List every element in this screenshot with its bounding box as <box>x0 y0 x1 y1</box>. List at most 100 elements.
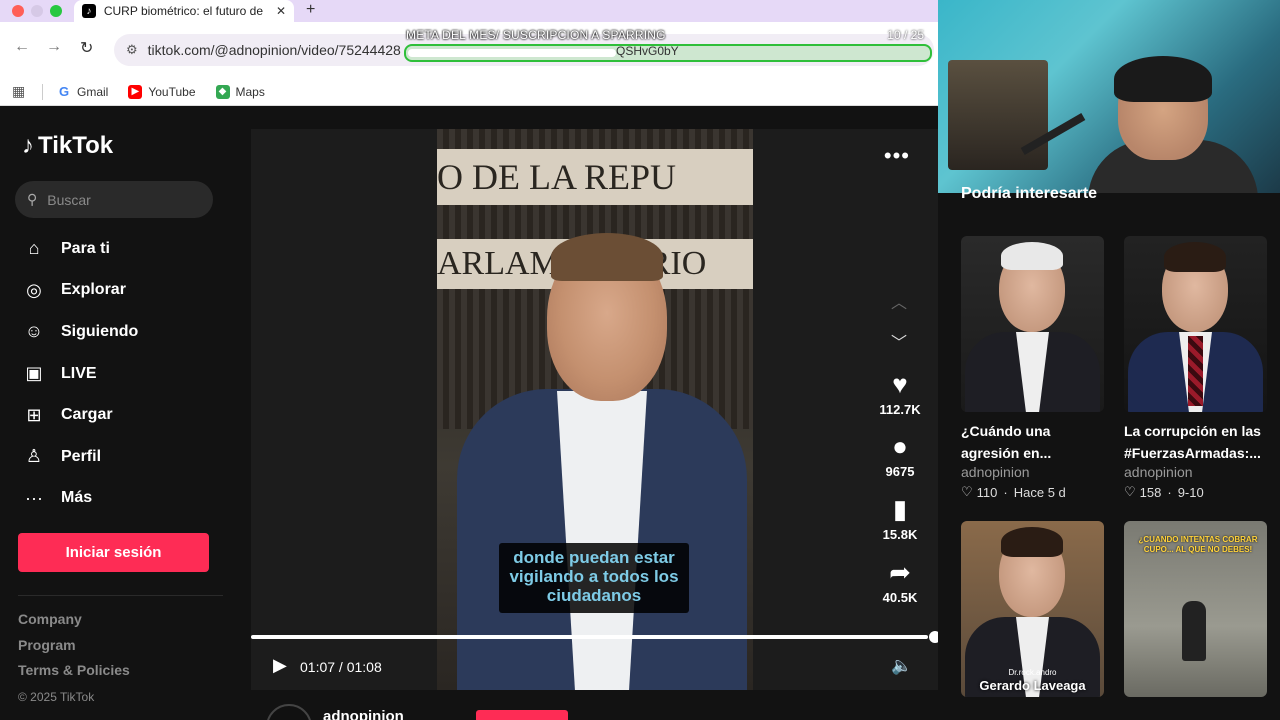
tab-close-icon[interactable]: ✕ <box>276 4 286 18</box>
maps-icon: ◆ <box>215 84 230 99</box>
sidebar-item-label: Perfil <box>61 447 102 465</box>
next-video-icon[interactable]: ﹀ <box>891 329 907 353</box>
suggestions-title: Podría interesarte <box>961 185 1098 202</box>
card-author[interactable]: adnopinion <box>961 464 1104 482</box>
card-title[interactable]: ¿Cuándo una agresión en... <box>961 420 1104 464</box>
suggested-video-card[interactable]: ¿CUANDO INTENTAS COBRAR CUPO... AL QUE N… <box>1124 521 1267 697</box>
sidebar-item-label: Siguiendo <box>61 322 139 340</box>
sidebar-item-siguiendo[interactable]: ☺ Siguiendo <box>22 311 139 353</box>
bookmark-gmail[interactable]: G Gmail <box>57 84 109 99</box>
webcam-background-shelf <box>948 60 1048 170</box>
bookmark-maps[interactable]: ◆ Maps <box>215 84 265 99</box>
tiktok-favicon-icon: ♪ <box>82 4 96 18</box>
reload-icon[interactable]: ↻ <box>80 38 93 58</box>
sidebar-item-explorar[interactable]: ◎ Explorar <box>22 270 138 312</box>
like-button[interactable]: ♥ 112.7K <box>870 369 930 419</box>
thumb-hair <box>1164 242 1226 272</box>
bookmark-youtube[interactable]: ▶ YouTube <box>128 84 196 99</box>
login-button[interactable]: Iniciar sesión <box>18 533 209 572</box>
share-icon: ➦ <box>889 557 911 587</box>
card-meta: ♡ 110 · Hace 5 d <box>961 484 1104 500</box>
video-thumbnail[interactable]: ¿CUANDO INTENTAS COBRAR CUPO... AL QUE N… <box>1124 521 1267 697</box>
streamer-hair <box>1114 56 1212 102</box>
tiktok-logo[interactable]: ♪ TikTok <box>22 132 113 160</box>
search-input[interactable]: ⚲ Buscar <box>15 181 213 218</box>
video-thumbnail[interactable] <box>1124 236 1267 412</box>
share-count: 40.5K <box>882 590 918 605</box>
sidebar-item-para-ti[interactable]: ⌂ Para ti <box>22 228 138 270</box>
logo-text: TikTok <box>38 132 114 159</box>
home-icon: ⌂ <box>28 238 40 259</box>
tab-title: CURP biométrico: el futuro de <box>103 4 264 18</box>
card-author[interactable]: adnopinion <box>1124 464 1267 482</box>
comment-icon: ● <box>892 431 908 461</box>
back-arrow-icon[interactable]: ← <box>14 38 30 56</box>
suggested-video-card[interactable]: Dr.rock.andro Gerardo Laveaga <box>961 521 1104 697</box>
apps-grid-icon[interactable]: ▦ <box>12 83 28 100</box>
minimize-window-button[interactable] <box>31 5 43 17</box>
like-count: 112.7K <box>879 402 921 417</box>
sidebar-item-perfil[interactable]: ♙ Perfil <box>22 436 138 478</box>
new-tab-button[interactable]: + <box>306 1 315 19</box>
share-button[interactable]: ➦ 40.5K <box>870 557 930 607</box>
comment-button[interactable]: ● 9675 <box>870 431 930 481</box>
card-title[interactable]: La corrupción en las #FuerzasArmadas:... <box>1124 420 1267 464</box>
sidebar-item-live[interactable]: ▣ LIVE <box>22 353 138 395</box>
sidebar-item-label: Explorar <box>61 281 126 299</box>
thumb-caption-small: Dr.rock.andro <box>1008 668 1057 677</box>
browser-tab[interactable]: ♪ CURP biométrico: el futuro de ✕ <box>74 0 294 22</box>
meta-separator: · <box>1167 484 1172 500</box>
sidebar-item-label: LIVE <box>61 364 97 382</box>
video-progress-bar[interactable] <box>251 635 928 639</box>
save-count: 15.8K <box>882 527 918 542</box>
author-name[interactable]: adnopinion <box>323 708 404 720</box>
thumb-tie <box>1188 336 1203 406</box>
video-thumbnail[interactable]: Dr.rock.andro Gerardo Laveaga <box>961 521 1104 697</box>
meta-separator: · <box>1003 484 1008 500</box>
video-player[interactable]: O DE LA REPU ARLAMENTARIO donde puedan e… <box>251 129 941 690</box>
suggested-video-card[interactable]: ¿Cuándo una agresión en... adnopinion ♡ … <box>961 236 1104 500</box>
goal-progress-bar: QSHvG0bY <box>404 44 932 62</box>
upload-icon: ⊞ <box>26 404 42 425</box>
previous-video-icon[interactable]: ︿ <box>891 289 907 313</box>
save-button[interactable]: ▮ 15.8K <box>870 494 930 544</box>
volume-icon[interactable]: 🔈 <box>891 656 912 676</box>
maximize-window-button[interactable] <box>50 5 62 17</box>
heart-outline-icon: ♡ <box>961 484 973 499</box>
sidebar-item-mas[interactable]: ··· Más <box>22 478 138 520</box>
site-settings-icon[interactable]: ⚙ <box>126 42 138 58</box>
footer-links: Company Program Terms & Policies © 2025 … <box>18 611 130 704</box>
stream-goal-overlay: META DEL MES/ SUSCRIPCION A SPARRING 10 … <box>404 28 932 64</box>
avatar[interactable] <box>266 704 312 720</box>
thumb-caption: Gerardo Laveaga <box>979 678 1086 693</box>
speaker-hair <box>551 233 663 281</box>
thumb-overlay-text: ¿CUANDO INTENTAS COBRAR CUPO... AL QUE N… <box>1138 535 1258 554</box>
sidebar-item-label: Más <box>61 489 93 507</box>
goal-progress-fill <box>408 49 616 57</box>
footer-link-program[interactable]: Program <box>18 637 130 663</box>
live-icon: ▣ <box>25 363 43 384</box>
sidebar-item-label: Para ti <box>61 239 110 257</box>
tiktok-page: ♪ TikTok ⚲ Buscar ⌂ Para ti ◎ Explorar ☺… <box>0 106 941 720</box>
url-text: tiktok.com/@adnopinion/video/75244428 <box>147 42 401 58</box>
footer-link-terms[interactable]: Terms & Policies <box>18 662 130 688</box>
profile-icon: ♙ <box>25 446 43 467</box>
follow-button[interactable] <box>476 710 568 720</box>
forward-arrow-icon[interactable]: → <box>46 38 62 56</box>
close-window-button[interactable] <box>12 5 24 17</box>
bookmarks-divider <box>42 83 43 100</box>
play-icon[interactable]: ▶ <box>273 655 287 676</box>
sidebar: ♪ TikTok ⚲ Buscar ⌂ Para ti ◎ Explorar ☺… <box>0 106 236 720</box>
browser-tab-bar: ♪ CURP biométrico: el futuro de ✕ + <box>0 0 938 22</box>
card-date: 9-10 <box>1177 484 1204 500</box>
suggested-video-card[interactable]: La corrupción en las #FuerzasArmadas:...… <box>1124 236 1267 500</box>
video-thumbnail[interactable] <box>961 236 1104 412</box>
bookmark-label: Gmail <box>77 84 109 99</box>
thumb-person <box>1182 601 1206 661</box>
thumb-hair <box>1001 527 1063 557</box>
more-options-icon[interactable]: ••• <box>884 143 910 169</box>
copyright: © 2025 TikTok <box>18 689 95 704</box>
footer-link-company[interactable]: Company <box>18 611 130 637</box>
sidebar-item-cargar[interactable]: ⊞ Cargar <box>22 394 138 436</box>
bookmarks-bar: ▦ G Gmail ▶ YouTube ◆ Maps <box>0 78 938 106</box>
